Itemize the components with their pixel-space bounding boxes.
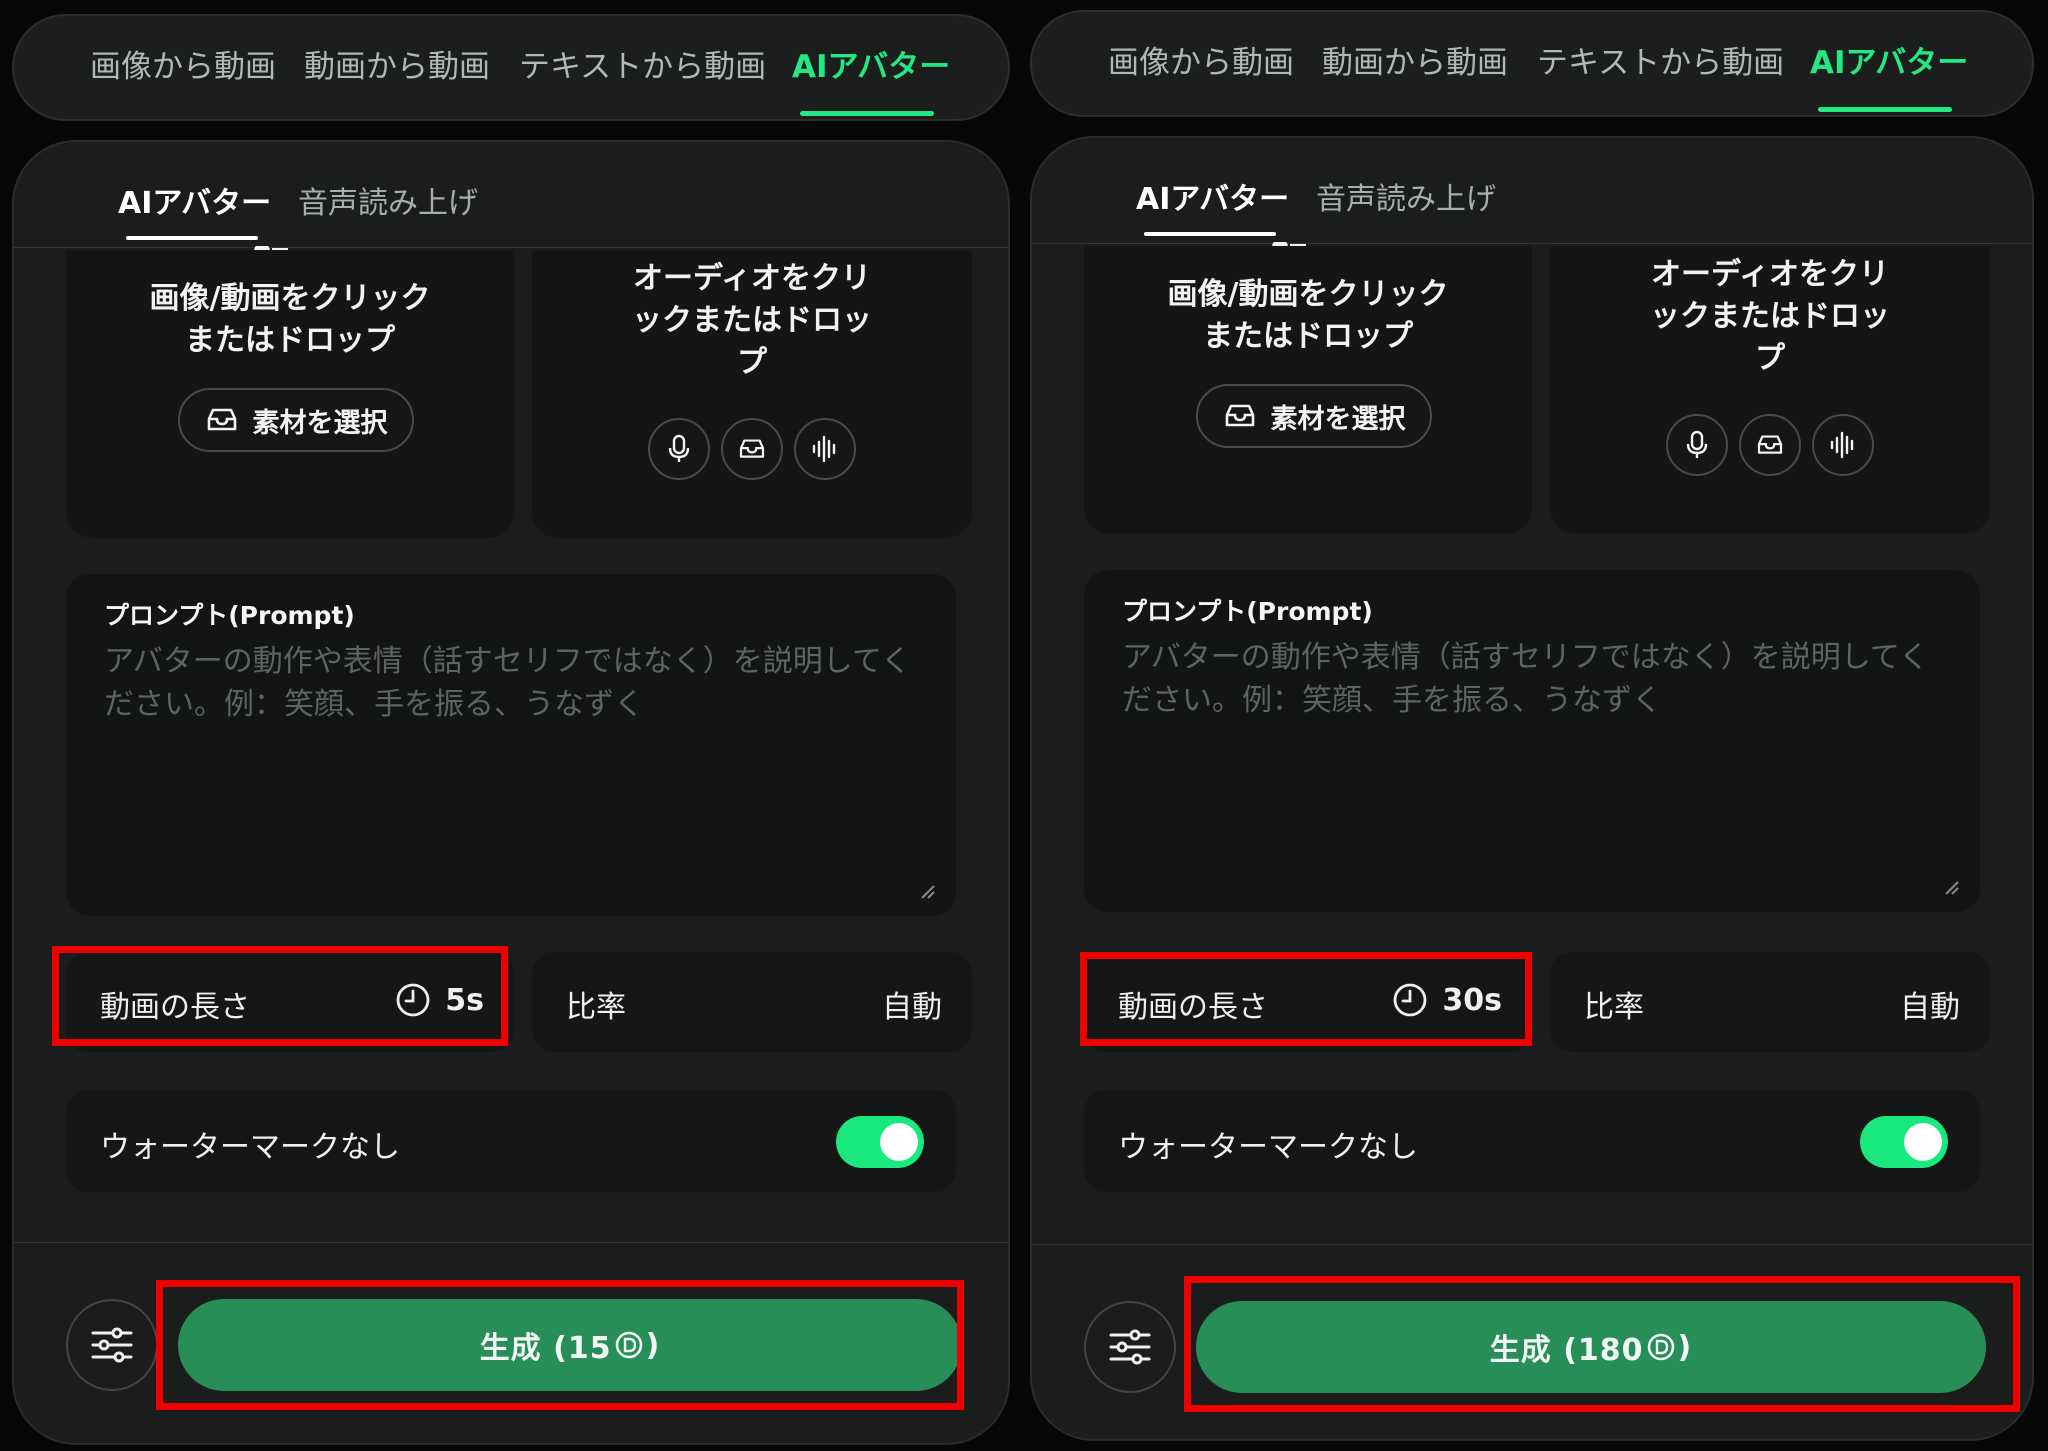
- resize-handle-icon[interactable]: [1942, 878, 1960, 896]
- audio-library-button[interactable]: [1739, 414, 1801, 476]
- resize-handle-icon[interactable]: [918, 882, 936, 900]
- watermark-row: ウォーターマークなし: [66, 1090, 956, 1192]
- image-upload-text: 画像/動画をクリック またはドロップ: [149, 281, 431, 358]
- ratio-label: 比率: [1584, 990, 1644, 1025]
- prompt-label: プロンプト(Prompt): [1122, 597, 1373, 626]
- ratio-label: 比率: [566, 990, 626, 1025]
- avatar-card: AIアバター 音声読み上げ 画像/動画をクリック またはドロップ 素材を選択 オ…: [1030, 136, 2034, 1441]
- image-upload-text: 画像/動画をクリック またはドロップ: [1167, 277, 1449, 354]
- highlight-generate: [1184, 1276, 2020, 1412]
- highlight-duration: [1080, 952, 1532, 1046]
- select-material-label: 素材を選択: [252, 407, 388, 439]
- subtab-ai-avatar[interactable]: AIアバター: [118, 178, 271, 222]
- select-material-button[interactable]: 素材を選択: [178, 388, 414, 452]
- select-material-button[interactable]: 素材を選択: [1196, 384, 1432, 448]
- nav-tab-ai-avatar[interactable]: AIアバター: [1810, 12, 1968, 115]
- prompt-placeholder[interactable]: アバターの動作や表情（話すセリフではなく）を説明してください。例：笑顔、手を振る…: [1122, 636, 1942, 722]
- record-audio-button[interactable]: [1666, 414, 1728, 476]
- audio-generate-button[interactable]: [1812, 414, 1874, 476]
- watermark-toggle[interactable]: [1860, 1116, 1948, 1168]
- nav-tab-image-to-video[interactable]: 画像から動画: [90, 16, 276, 119]
- subtab-tts[interactable]: 音声読み上げ: [1316, 174, 1496, 218]
- subtab-tts[interactable]: 音声読み上げ: [298, 178, 478, 222]
- nav-tab-ai-avatar[interactable]: AIアバター: [792, 16, 950, 119]
- subtab-active-indicator: [1144, 232, 1276, 236]
- watermark-label: ウォーターマークなし: [1118, 1130, 1418, 1165]
- top-nav: 画像から動画 動画から動画 テキストから動画 AIアバター: [12, 14, 1010, 121]
- tray-icon: [739, 439, 765, 458]
- select-material-label: 素材を選択: [1270, 403, 1406, 435]
- prompt-box[interactable]: プロンプト(Prompt) アバターの動作や表情（話すセリフではなく）を説明して…: [66, 574, 956, 916]
- ratio-selector[interactable]: 比率 自動: [1550, 952, 1990, 1052]
- waveform-icon: [812, 435, 836, 463]
- sliders-icon: [91, 1327, 133, 1363]
- nav-tab-video-to-video[interactable]: 動画から動画: [304, 16, 490, 119]
- audio-generate-button[interactable]: [794, 418, 856, 480]
- nav-tab-text-to-video[interactable]: テキストから動画: [519, 16, 766, 119]
- audio-upload-zone[interactable]: オーディオをクリ ックまたはドロッ プ: [532, 250, 972, 538]
- audio-upload-text: オーディオをクリ ックまたはドロッ プ: [632, 261, 872, 380]
- sliders-icon: [1109, 1329, 1151, 1365]
- prompt-label: プロンプト(Prompt): [104, 601, 355, 630]
- toggle-knob: [1904, 1123, 1942, 1161]
- ratio-value: 自動: [1900, 990, 1960, 1025]
- audio-upload-zone[interactable]: オーディオをクリ ックまたはドロッ プ: [1550, 246, 1990, 534]
- nav-tab-image-to-video[interactable]: 画像から動画: [1108, 12, 1294, 115]
- sub-tabs: AIアバター 音声読み上げ: [14, 142, 1008, 248]
- settings-button[interactable]: [66, 1299, 158, 1391]
- image-upload-zone[interactable]: 画像/動画をクリック またはドロップ 素材を選択: [1084, 246, 1532, 534]
- tray-icon: [1225, 404, 1254, 427]
- nav-active-indicator: [1818, 107, 1952, 112]
- record-audio-button[interactable]: [648, 418, 710, 480]
- audio-library-button[interactable]: [721, 418, 783, 480]
- nav-tab-video-to-video[interactable]: 動画から動画: [1322, 12, 1508, 115]
- settings-button[interactable]: [1084, 1301, 1176, 1393]
- watermark-toggle[interactable]: [836, 1116, 924, 1168]
- mic-icon: [668, 434, 690, 462]
- avatar-card: AIアバター 音声読み上げ 画像/動画をクリック またはドロップ 素材を選択 オ…: [12, 140, 1010, 1445]
- ratio-value: 自動: [882, 990, 942, 1025]
- audio-upload-text: オーディオをクリ ックまたはドロッ プ: [1650, 257, 1890, 376]
- mic-icon: [1686, 430, 1708, 458]
- watermark-label: ウォーターマークなし: [100, 1130, 400, 1165]
- subtab-active-indicator: [126, 236, 258, 240]
- top-nav: 画像から動画 動画から動画 テキストから動画 AIアバター: [1030, 10, 2034, 117]
- prompt-placeholder[interactable]: アバターの動作や表情（話すセリフではなく）を説明してください。例：笑顔、手を振る…: [104, 640, 918, 726]
- highlight-duration: [52, 946, 508, 1046]
- subtab-ai-avatar[interactable]: AIアバター: [1136, 174, 1289, 218]
- waveform-icon: [1830, 431, 1854, 459]
- nav-active-indicator: [800, 111, 934, 116]
- watermark-row: ウォーターマークなし: [1084, 1090, 1980, 1192]
- highlight-generate: [156, 1280, 964, 1410]
- ratio-selector[interactable]: 比率 自動: [532, 952, 972, 1052]
- image-upload-zone[interactable]: 画像/動画をクリック またはドロップ 素材を選択: [66, 250, 514, 538]
- tray-icon: [1757, 435, 1783, 454]
- tray-icon: [207, 408, 236, 431]
- toggle-knob: [880, 1123, 918, 1161]
- prompt-box[interactable]: プロンプト(Prompt) アバターの動作や表情（話すセリフではなく）を説明して…: [1084, 570, 1980, 912]
- sub-tabs: AIアバター 音声読み上げ: [1032, 138, 2032, 244]
- nav-tab-text-to-video[interactable]: テキストから動画: [1537, 12, 1784, 115]
